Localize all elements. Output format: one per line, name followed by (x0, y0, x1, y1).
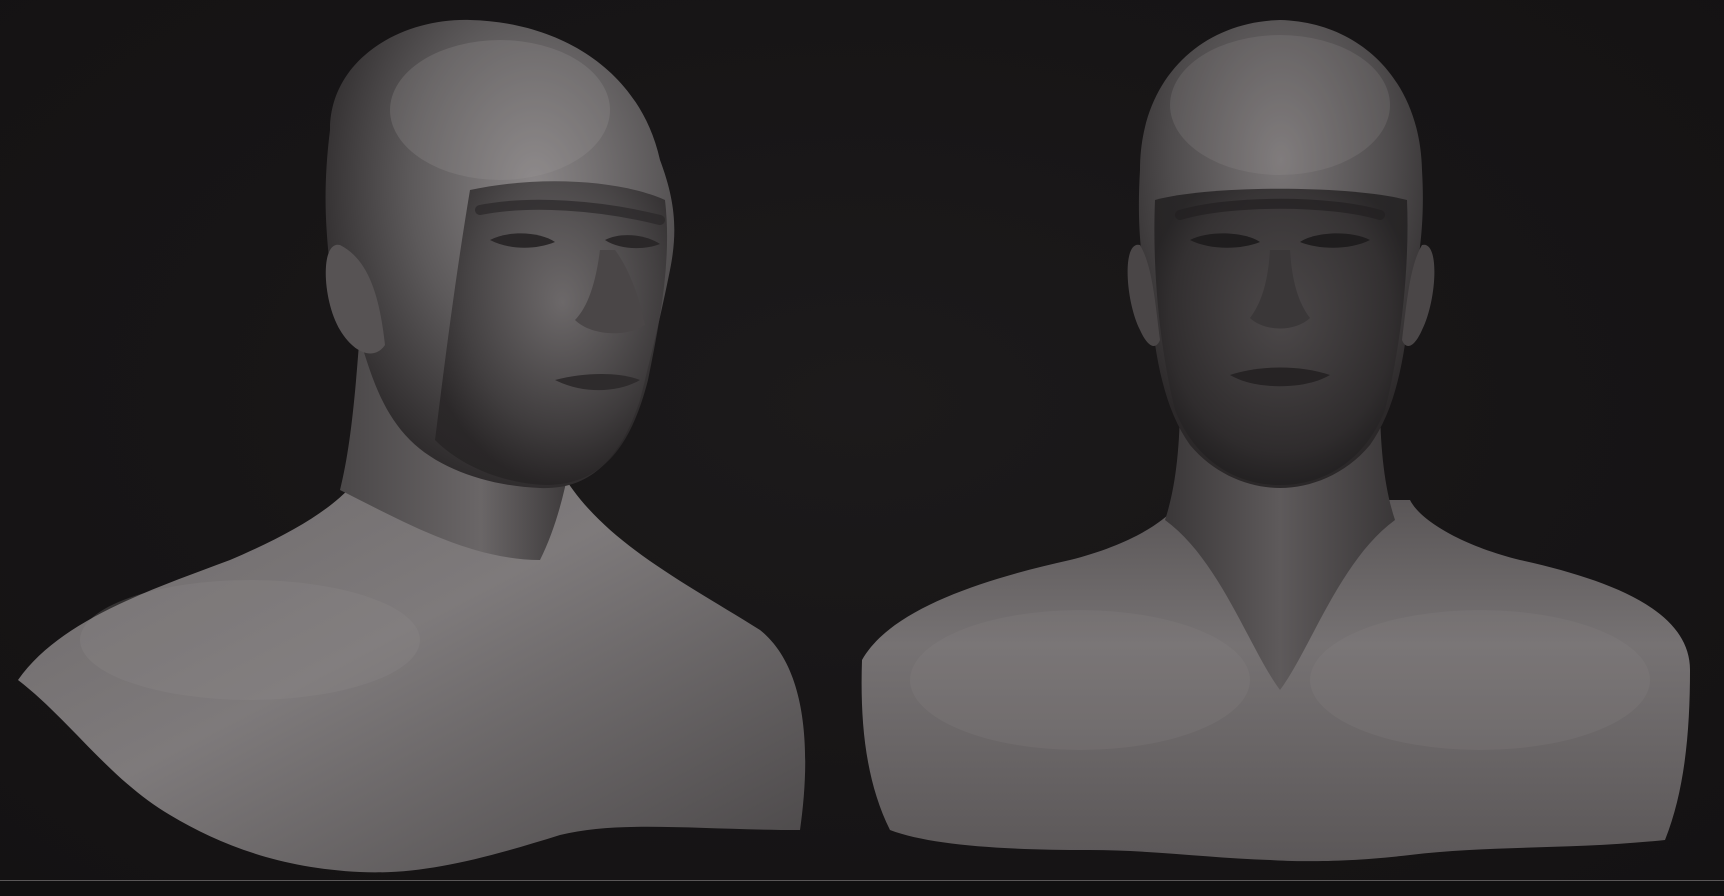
bust-front-render (861, 20, 1690, 862)
chest-highlight-right (1310, 610, 1650, 750)
bust-three-quarter-render (18, 19, 806, 873)
shoulder-highlight (80, 580, 420, 700)
forehead-highlight (390, 40, 610, 180)
chest-highlight-left (910, 610, 1250, 750)
forehead-highlight (1170, 35, 1390, 175)
bust-three-quarter-view (0, 0, 830, 880)
face-shading (435, 181, 668, 486)
bottom-bar (0, 880, 1724, 896)
bust-front-view (850, 0, 1724, 880)
sculpt-viewport (0, 0, 1724, 896)
